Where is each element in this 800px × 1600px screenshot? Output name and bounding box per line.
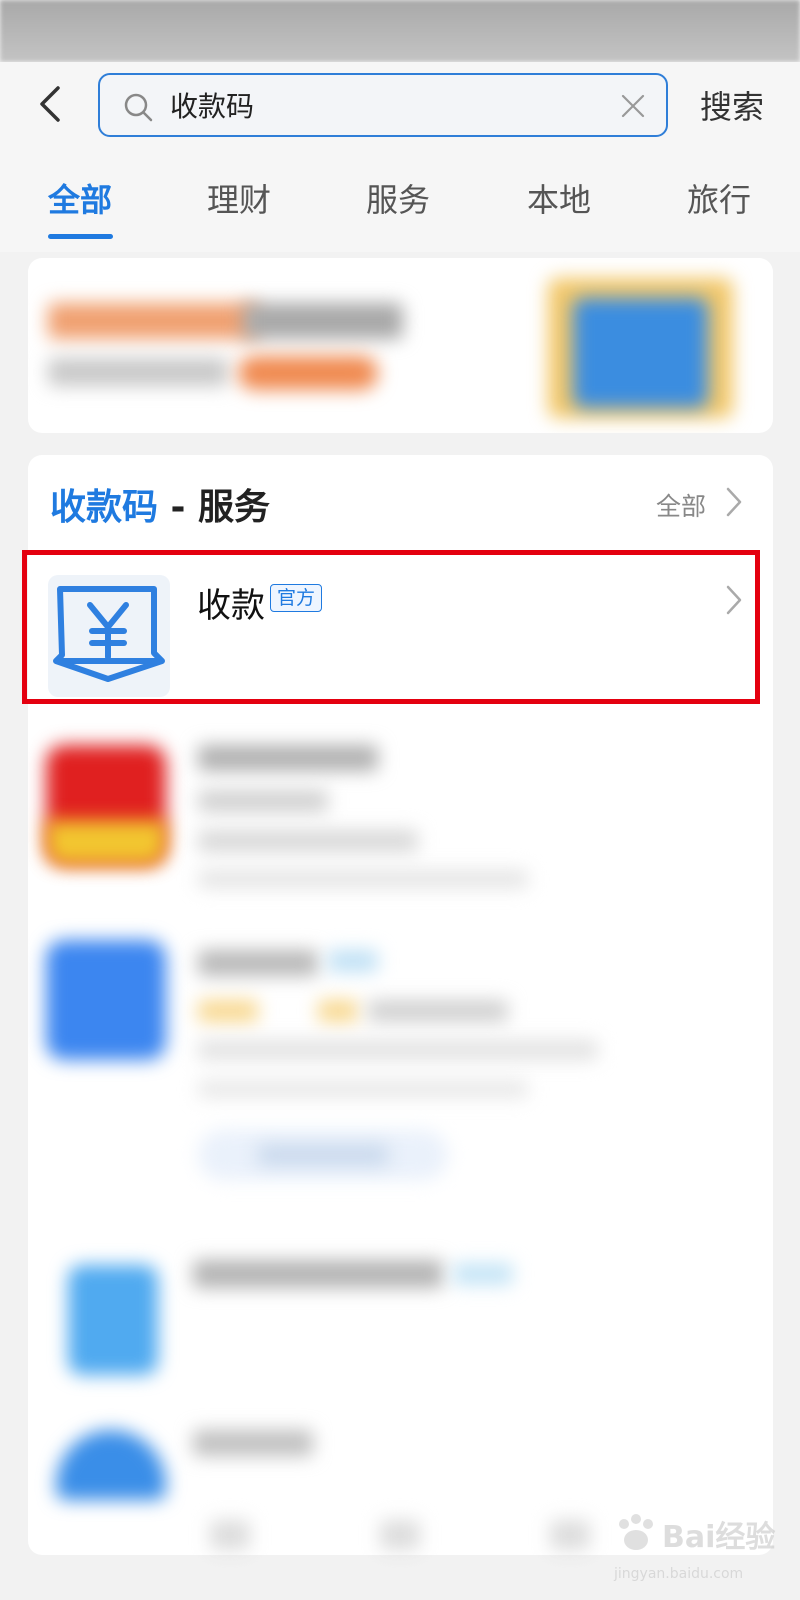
active-tab-indicator xyxy=(48,234,113,239)
status-bar xyxy=(0,0,800,62)
section-title: 收款码 - 服务 xyxy=(50,478,270,530)
back-button[interactable] xyxy=(30,82,74,126)
back-arrow-icon xyxy=(40,86,60,122)
search-input[interactable] xyxy=(170,83,600,127)
search-icon xyxy=(124,93,153,122)
search-box[interactable] xyxy=(98,73,668,137)
baidu-watermark: Bai经验 jingyan.baidu.com xyxy=(612,1500,792,1590)
highlight-box xyxy=(22,550,760,704)
section-title-suffix: - 服务 xyxy=(158,487,271,528)
section-keyword: 收款码 xyxy=(50,487,159,528)
tab-local[interactable]: 本地 xyxy=(527,175,591,221)
tab-all[interactable]: 全部 xyxy=(48,175,112,221)
search-button[interactable]: 搜索 xyxy=(700,82,764,128)
paw-icon xyxy=(619,1514,653,1550)
view-all-link[interactable]: 全部 xyxy=(656,487,706,523)
chevron-right-icon[interactable] xyxy=(724,485,744,519)
tab-services[interactable]: 服务 xyxy=(366,175,430,221)
close-icon[interactable] xyxy=(618,91,648,121)
tab-finance[interactable]: 理财 xyxy=(207,175,271,221)
watermark-url: jingyan.baidu.com xyxy=(614,1566,744,1582)
tab-travel[interactable]: 旅行 xyxy=(687,175,751,221)
promo-banner[interactable] xyxy=(28,258,773,433)
watermark-text: Bai经验 xyxy=(662,1520,776,1555)
